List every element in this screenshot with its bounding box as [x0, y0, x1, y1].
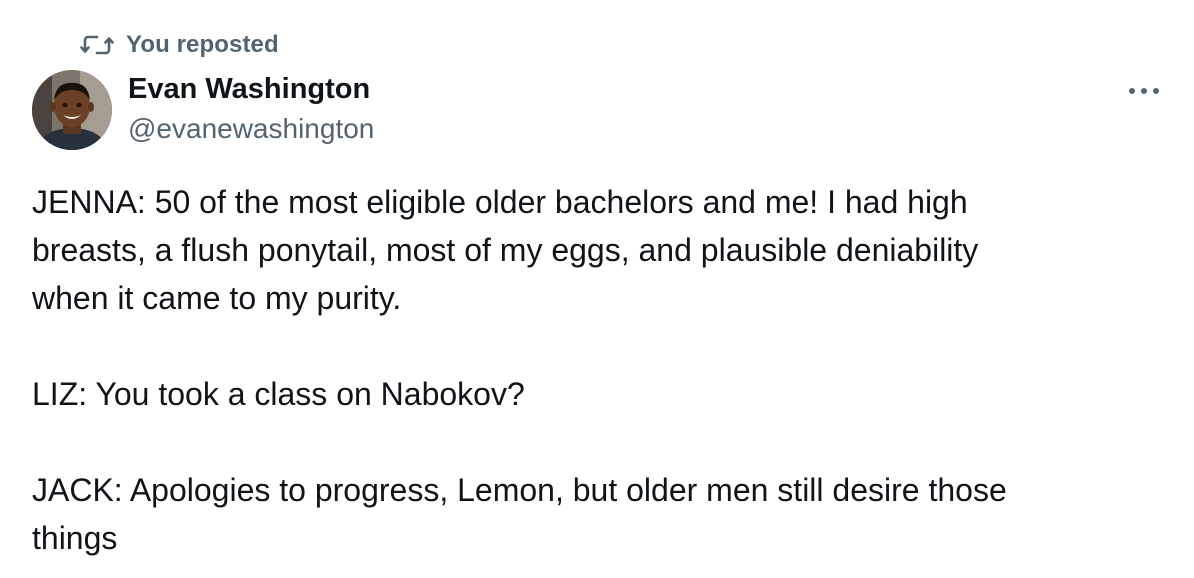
avatar[interactable]	[32, 70, 112, 150]
more-options-button[interactable]	[1122, 76, 1166, 106]
tweet-text-line: when it came to my purity.	[32, 280, 402, 316]
tweet-text-line: things	[32, 520, 118, 556]
tweet-text: JENNA: 50 of the most eligible older bac…	[32, 178, 1152, 562]
tweet-text-line: JENNA: 50 of the most eligible older bac…	[32, 184, 968, 220]
repost-icon	[80, 32, 114, 58]
tweet-text-line: LIZ: You took a class on Nabokov?	[32, 376, 525, 412]
author-handle[interactable]: @evanewashington	[128, 113, 374, 145]
author-name[interactable]: Evan Washington	[128, 73, 370, 106]
repost-indicator[interactable]: You reposted	[80, 30, 279, 60]
repost-label: You reposted	[126, 31, 279, 58]
more-horizontal-icon	[1129, 88, 1159, 94]
tweet-text-line: JACK: Apologies to progress, Lemon, but …	[32, 472, 1007, 508]
tweet-card[interactable]: You reposted Evan Washington @evanewashi…	[0, 0, 1194, 578]
tweet-text-line: breasts, a flush ponytail, most of my eg…	[32, 232, 979, 268]
